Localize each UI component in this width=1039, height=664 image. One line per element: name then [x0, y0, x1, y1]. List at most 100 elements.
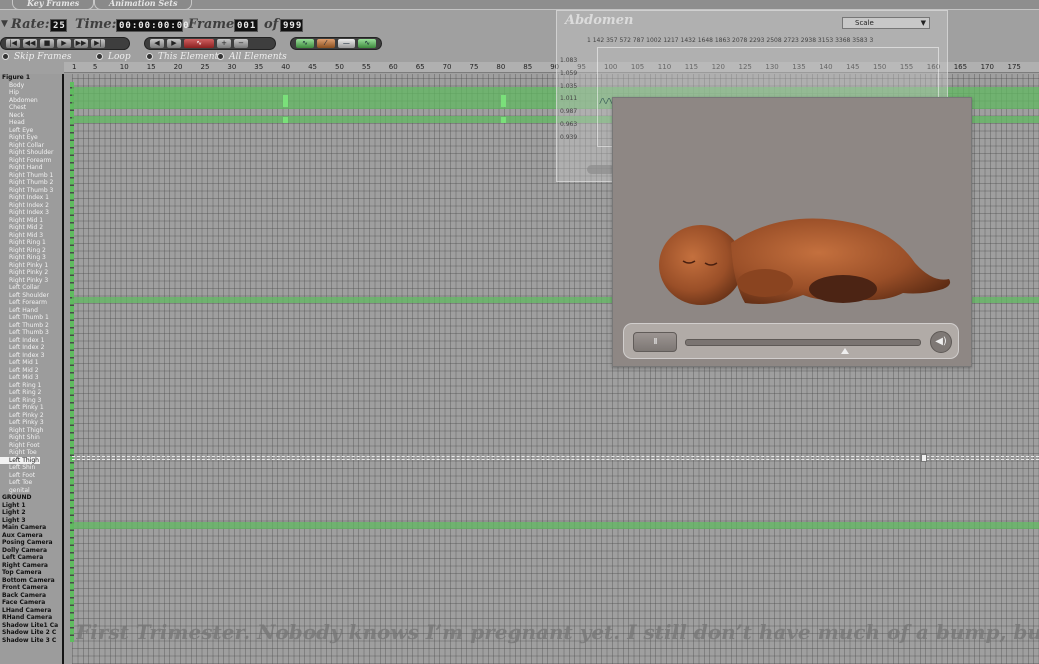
tree-item-body-part[interactable]: Right Thumb 1 — [0, 172, 62, 180]
keyframe-marker[interactable] — [283, 117, 288, 123]
tree-item-body-part[interactable]: Left Index 3 — [0, 352, 62, 360]
keyframe-marker[interactable] — [501, 95, 506, 107]
go-to-end-button[interactable]: ▶| — [91, 39, 105, 48]
tree-item-body-part[interactable]: Right Mid 3 — [0, 232, 62, 240]
linear-interp-icon[interactable]: ⁄ — [316, 39, 335, 48]
tree-item-scene-object[interactable]: Right Camera — [0, 562, 62, 570]
tree-item-figure[interactable]: Figure 1 — [0, 74, 62, 82]
tree-item-scene-object[interactable]: Light 3 — [0, 517, 62, 525]
tree-item-body-part[interactable]: Head — [0, 119, 62, 127]
tree-item-scene-object[interactable]: Light 2 — [0, 509, 62, 517]
tree-item-body-part[interactable]: Left Hand — [0, 307, 62, 315]
tree-item-body-part[interactable]: Neck — [0, 112, 62, 120]
frame-field[interactable]: 001 — [234, 19, 258, 32]
tree-item-body-part[interactable]: Hip — [0, 89, 62, 97]
step-forward-button[interactable]: ▶▶ — [74, 39, 88, 48]
playback-scrubber[interactable] — [685, 339, 921, 346]
constant-interp-icon[interactable]: — — [337, 39, 356, 48]
all-elements-option[interactable]: All Elements — [217, 52, 287, 62]
tree-item-scene-object[interactable]: Top Camera — [0, 569, 62, 577]
tree-item-body-part[interactable]: Left Eye — [0, 127, 62, 135]
tree-item-body-part[interactable]: Right Toe — [0, 449, 62, 457]
selected-keyframe-marker[interactable] — [921, 454, 927, 462]
tree-item-body-part[interactable]: Right Pinky 1 — [0, 262, 62, 270]
play-button[interactable]: ▶ — [57, 39, 71, 48]
tree-item-body-part[interactable]: Right Foot — [0, 442, 62, 450]
tree-item-scene-object[interactable]: Back Camera — [0, 592, 62, 600]
tree-item-body-part[interactable]: Left Shin — [0, 464, 62, 472]
tree-item-body-part[interactable]: Right Index 1 — [0, 194, 62, 202]
tree-item-body-part[interactable]: Abdomen — [0, 97, 62, 105]
keyframe-marker[interactable] — [283, 95, 288, 107]
tree-item-body-part[interactable]: Left Index 1 — [0, 337, 62, 345]
tree-item-body-part[interactable]: Left Mid 1 — [0, 359, 62, 367]
tree-item-body-part[interactable]: Left Thumb 2 — [0, 322, 62, 330]
tree-item-body-part[interactable]: Body — [0, 82, 62, 90]
tree-item-body-part[interactable]: Right Mid 2 — [0, 224, 62, 232]
spline-curve-icon[interactable]: ∿ — [184, 39, 214, 48]
parameter-select[interactable]: Scale ▼ — [842, 17, 930, 29]
add-keyframe-button[interactable]: + — [217, 39, 231, 48]
tree-item-scene-object[interactable]: RHand Camera — [0, 614, 62, 622]
tree-item-body-part[interactable]: Left Pinky 1 — [0, 404, 62, 412]
tree-item-body-part[interactable]: Right Mid 1 — [0, 217, 62, 225]
frame-total-field[interactable]: 999 — [280, 19, 303, 32]
next-keyframe-button[interactable]: ▶ — [167, 39, 181, 48]
tree-divider[interactable] — [62, 74, 64, 664]
tree-item-body-part[interactable]: Right Index 3 — [0, 209, 62, 217]
spline-interp-icon[interactable]: ∿ — [296, 39, 314, 48]
tree-item-body-part[interactable]: Left Ring 3 — [0, 397, 62, 405]
tree-item-scene-object[interactable]: GROUND — [0, 494, 62, 502]
stop-button[interactable]: ■ — [40, 39, 54, 48]
tree-item-body-part[interactable]: Right Shoulder — [0, 149, 62, 157]
tree-item-body-part[interactable]: Right Pinky 2 — [0, 269, 62, 277]
prev-keyframe-button[interactable]: ◀ — [150, 39, 164, 48]
tree-item-body-part[interactable]: Left Pinky 2 — [0, 412, 62, 420]
tree-item-scene-object[interactable]: Bottom Camera — [0, 577, 62, 585]
skip-frames-option[interactable]: Skip Frames — [2, 52, 72, 62]
tree-item-body-part[interactable]: Left Index 2 — [0, 344, 62, 352]
tree-item-scene-object[interactable]: Dolly Camera — [0, 547, 62, 555]
tree-item-body-part[interactable]: Left Foot — [0, 472, 62, 480]
tree-item-body-part[interactable]: Right Pinky 3 — [0, 277, 62, 285]
tree-item-body-part[interactable]: Right Thumb 3 — [0, 187, 62, 195]
break-spline-icon[interactable]: ∿ — [358, 39, 376, 48]
tree-item-body-part[interactable]: Left Mid 3 — [0, 374, 62, 382]
graph-scroll-button[interactable] — [587, 165, 615, 174]
tree-item-scene-object[interactable]: Front Camera — [0, 584, 62, 592]
tree-item-scene-object[interactable]: LHand Camera — [0, 607, 62, 615]
tree-item-body-part[interactable]: Chest — [0, 104, 62, 112]
tree-item-body-part[interactable]: Right Ring 1 — [0, 239, 62, 247]
this-element-option[interactable]: This Element — [146, 52, 218, 62]
tree-item-scene-object[interactable]: Aux Camera — [0, 532, 62, 540]
tree-item-scene-object[interactable]: Left Camera — [0, 554, 62, 562]
tree-item-body-part[interactable]: Right Thigh — [0, 427, 62, 435]
tree-item-body-part[interactable]: Left Ring 2 — [0, 389, 62, 397]
tree-item-body-part[interactable]: Right Thumb 2 — [0, 179, 62, 187]
tree-item-body-part[interactable]: Left Mid 2 — [0, 367, 62, 375]
tree-item-body-part[interactable]: Right Index 2 — [0, 202, 62, 210]
tree-item-body-part[interactable]: Left Ring 1 — [0, 382, 62, 390]
step-back-button[interactable]: ◀◀ — [23, 39, 37, 48]
pause-button[interactable]: II — [633, 332, 677, 352]
tree-item-body-part[interactable]: Left Collar — [0, 284, 62, 292]
tree-item-body-part[interactable]: Right Ring 3 — [0, 254, 62, 262]
keyframe-marker[interactable] — [501, 117, 506, 123]
tree-item-scene-object[interactable]: Shadow Lite 2 C — [0, 629, 62, 637]
delete-keyframe-button[interactable]: − — [234, 39, 248, 48]
tree-item-scene-object[interactable]: Shadow Lite1 Ca — [0, 622, 62, 630]
tree-item-body-part[interactable]: Left Thumb 1 — [0, 314, 62, 322]
tree-item-scene-object[interactable]: Main Camera — [0, 524, 62, 532]
tree-item-scene-object[interactable]: Shadow Lite 3 C — [0, 637, 62, 645]
tree-item-body-part[interactable]: Right Hand — [0, 164, 62, 172]
time-field[interactable]: 00:00:00:00 — [116, 19, 189, 32]
rate-field[interactable]: 25 — [50, 19, 67, 32]
selected-track-row[interactable] — [72, 456, 1039, 460]
keyframe-band-main-camera[interactable] — [72, 522, 1039, 529]
tree-item-scene-object[interactable]: Posing Camera — [0, 539, 62, 547]
tree-item-body-part[interactable]: Left Forearm — [0, 299, 62, 307]
loop-option[interactable]: Loop — [96, 52, 131, 62]
collapse-triangle-icon[interactable]: ▼ — [1, 19, 8, 29]
tree-item-body-part[interactable]: Left Thigh — [0, 456, 40, 464]
tree-item-body-part[interactable]: Right Forearm — [0, 157, 62, 165]
